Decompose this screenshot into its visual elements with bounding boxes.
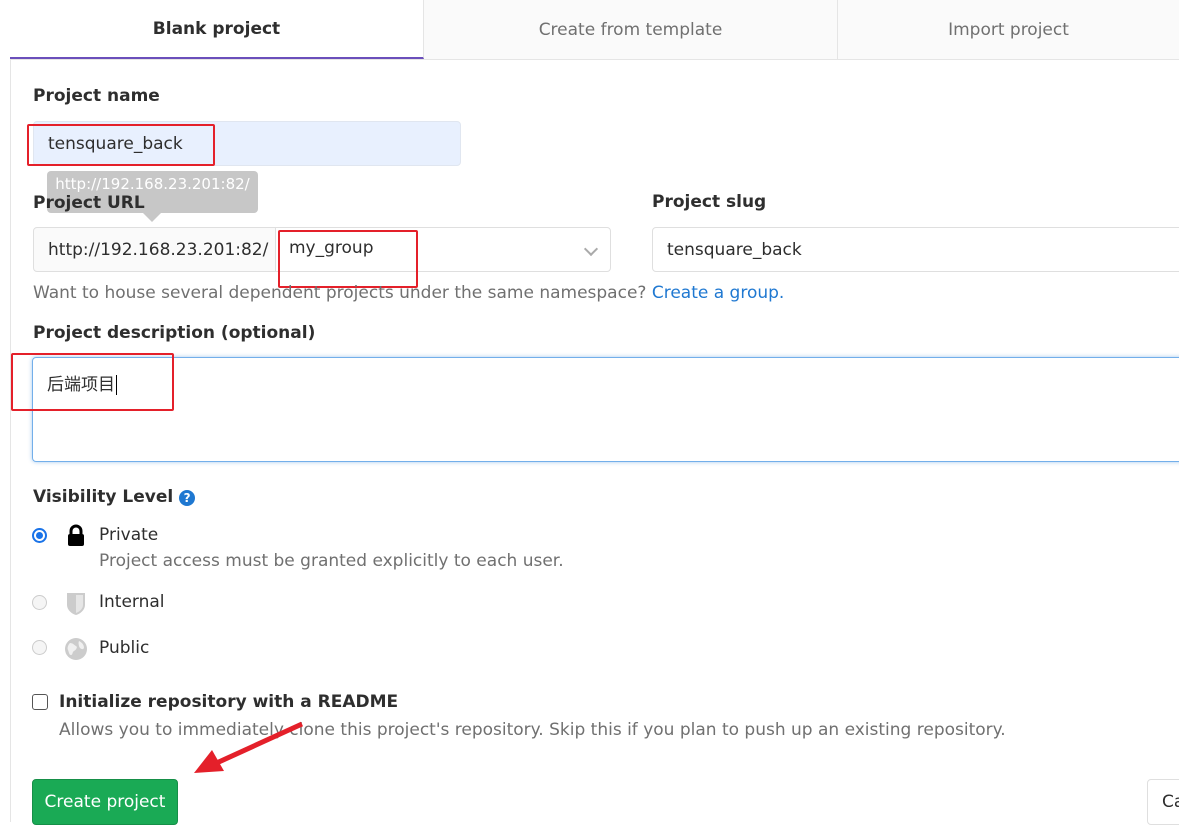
project-slug-label: Project slug bbox=[652, 192, 767, 212]
annotation-box bbox=[278, 230, 418, 288]
project-slug-input[interactable]: tensquare_back bbox=[652, 227, 1179, 272]
project-slug-value: tensquare_back bbox=[667, 239, 802, 260]
annotation-arrow bbox=[194, 721, 304, 773]
project-tabs: Blank project Create from template Impor… bbox=[10, 0, 1179, 60]
url-prefix: http://192.168.23.201:82/ bbox=[33, 227, 276, 272]
shield-icon bbox=[66, 592, 86, 621]
project-name-label: Project name bbox=[33, 86, 160, 106]
private-label[interactable]: Private bbox=[99, 525, 158, 545]
visibility-public-radio[interactable] bbox=[32, 640, 47, 655]
description-textarea[interactable]: 后端项目 bbox=[32, 357, 1179, 462]
create-group-link[interactable]: Create a group. bbox=[652, 283, 785, 303]
chevron-down-icon bbox=[583, 241, 599, 257]
annotation-box bbox=[11, 353, 174, 411]
annotation-box bbox=[27, 124, 215, 166]
globe-icon bbox=[65, 638, 87, 665]
tab-blank-project[interactable]: Blank project bbox=[10, 0, 424, 59]
question-circle-icon[interactable]: ? bbox=[179, 490, 196, 506]
private-description: Project access must be granted explicitl… bbox=[99, 551, 564, 571]
internal-label[interactable]: Internal bbox=[99, 592, 165, 612]
visibility-private-radio[interactable] bbox=[32, 528, 47, 543]
visibility-label: Visibility Level ? bbox=[33, 487, 196, 507]
cancel-button[interactable]: Ca bbox=[1147, 779, 1179, 825]
namespace-help: Want to house several dependent projects… bbox=[33, 283, 785, 303]
readme-checkbox[interactable] bbox=[32, 694, 48, 710]
create-project-button[interactable]: Create project bbox=[32, 779, 178, 825]
public-label[interactable]: Public bbox=[99, 638, 149, 658]
tooltip-text: http://192.168.23.201:82/ bbox=[55, 175, 250, 193]
project-url-label: Project URL bbox=[33, 193, 145, 213]
tooltip-arrow bbox=[143, 213, 161, 222]
readme-label[interactable]: Initialize repository with a README bbox=[59, 692, 398, 712]
lock-icon bbox=[66, 524, 86, 546]
visibility-internal-radio[interactable] bbox=[32, 595, 47, 610]
url-prefix-text: http://192.168.23.201:82/ bbox=[48, 239, 269, 260]
description-label: Project description (optional) bbox=[33, 323, 316, 343]
tab-import-project[interactable]: Import project bbox=[838, 0, 1179, 59]
tab-create-from-template[interactable]: Create from template bbox=[424, 0, 838, 59]
